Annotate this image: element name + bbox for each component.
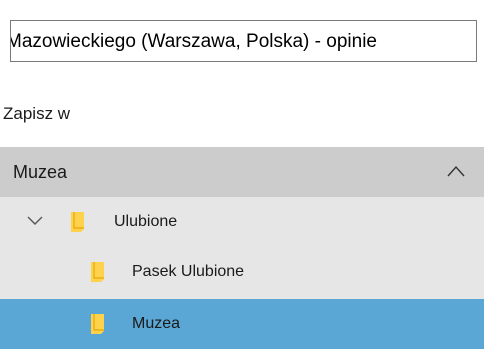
tree-item-label: Muzea (132, 315, 181, 332)
tree-item-ulubione[interactable]: Ulubione (0, 197, 484, 247)
tree-item-pasek-ulubione[interactable]: Pasek Ulubione (0, 247, 484, 297)
folder-tree: Ulubione Pasek Ulubione Muzea (0, 197, 484, 349)
chevron-up-icon[interactable] (447, 165, 465, 177)
chevron-down-icon[interactable] (27, 216, 43, 226)
folder-dropdown[interactable]: Muzea (0, 147, 484, 197)
tree-item-label: Ulubione (114, 213, 178, 230)
folder-icon (91, 314, 104, 334)
favorite-name-value: Mazowieckiego (Warszawa, Polska) - opini… (10, 31, 377, 52)
tree-item-muzea[interactable]: Muzea (0, 299, 484, 349)
folder-icon (91, 262, 104, 282)
add-favorite-panel: Mazowieckiego (Warszawa, Polska) - opini… (0, 0, 484, 349)
tree-item-label: Pasek Ulubione (132, 263, 245, 280)
favorite-name-input[interactable]: Mazowieckiego (Warszawa, Polska) - opini… (10, 20, 477, 62)
folder-icon (71, 212, 84, 232)
save-in-label: Zapisz w (3, 104, 71, 123)
folder-dropdown-selected: Muzea (13, 162, 68, 182)
